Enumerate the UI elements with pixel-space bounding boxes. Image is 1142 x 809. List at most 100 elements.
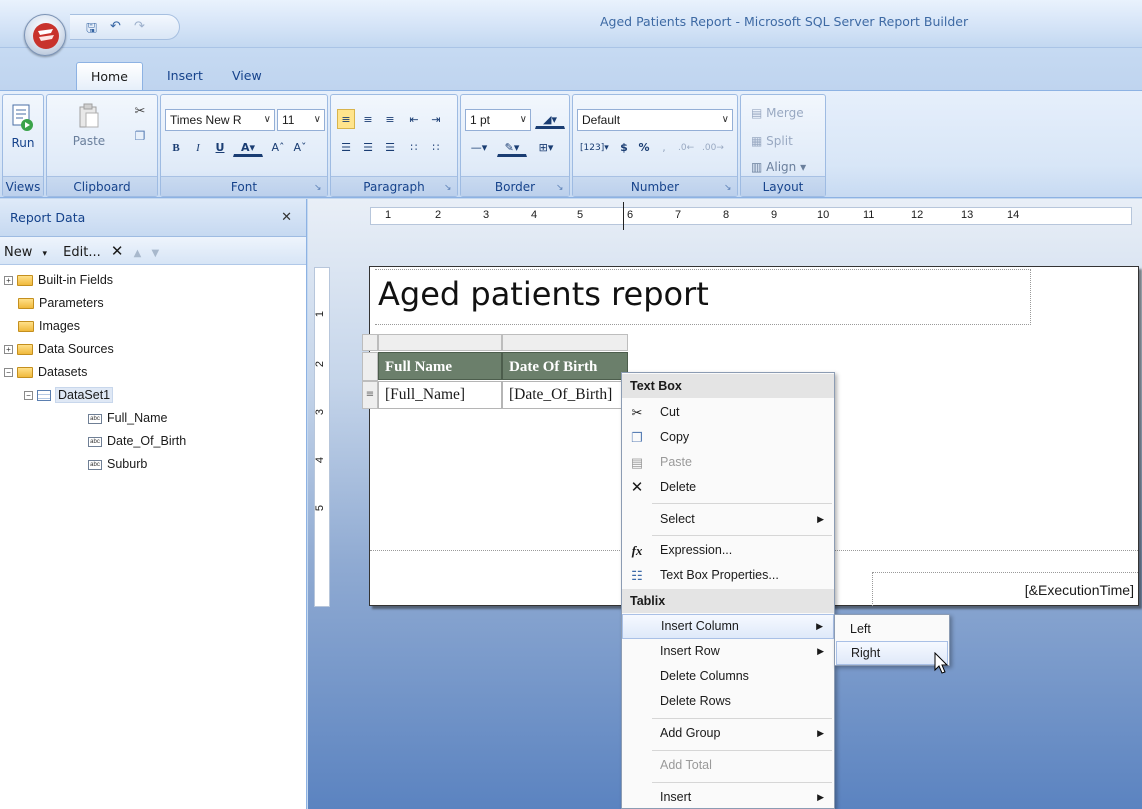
tablix-corner-handle[interactable] (362, 334, 378, 351)
data-cell-date-of-birth[interactable]: [Date_Of_Birth] (502, 381, 628, 409)
menu-item-insert[interactable]: Insert ▶ (622, 785, 834, 809)
split-button[interactable]: ▦ Split (751, 131, 793, 151)
run-button[interactable]: Run (7, 103, 39, 150)
column-handle[interactable] (378, 334, 502, 351)
tree-item-dataset1[interactable]: − DataSet1 (24, 384, 114, 406)
tree-item-date-of-birth[interactable]: abc Date_Of_Birth (88, 430, 186, 452)
dialog-launcher-icon[interactable]: ↘ (724, 183, 734, 193)
menu-item-paste[interactable]: ▤ Paste (622, 450, 834, 475)
italic-button[interactable]: I (189, 137, 207, 157)
close-icon[interactable]: ✕ (281, 199, 292, 237)
paste-button[interactable]: Paste (69, 103, 109, 148)
data-cell-full-name[interactable]: [Full_Name] (378, 381, 502, 409)
menu-item-insert-column[interactable]: Insert Column ▶ (622, 614, 834, 639)
menu-item-select[interactable]: Select ▶ (622, 507, 834, 532)
tab-view[interactable]: View (218, 62, 276, 90)
number-format-dropdown[interactable]: Default ∨ (577, 109, 733, 131)
menu-item-add-total[interactable]: Add Total (622, 753, 834, 778)
ruler-mark: 1 (385, 209, 392, 221)
underline-button[interactable]: U (211, 137, 229, 157)
expand-icon[interactable]: + (4, 345, 13, 355)
menu-item-insert-row[interactable]: Insert Row ▶ (622, 639, 834, 664)
border-style-icon[interactable]: —▾ (465, 137, 493, 157)
group-font: Times New R ∨ 11 ∨ B I U A▾ Aˆ Aˇ Font ↘ (160, 94, 328, 197)
move-down-icon[interactable]: ▼ (151, 248, 159, 259)
edit-button[interactable]: Edit... (63, 245, 101, 260)
undo-icon[interactable]: ↶ (110, 19, 121, 34)
align-middle-icon[interactable]: ≡ (359, 109, 377, 129)
menu-item-cut[interactable]: ✂ Cut (622, 400, 834, 425)
font-size-dropdown[interactable]: 11 ∨ (277, 109, 325, 131)
delete-icon[interactable]: ✕ (111, 242, 124, 260)
borders-icon[interactable]: ⊞▾ (531, 137, 561, 157)
menu-item-delete-columns[interactable]: Delete Columns (622, 664, 834, 689)
row-handle[interactable]: ≡ (362, 381, 378, 409)
dialog-launcher-icon[interactable]: ↘ (556, 183, 566, 193)
increase-indent-icon[interactable]: ⇥ (427, 109, 445, 129)
new-button[interactable]: New ▾ (4, 245, 53, 260)
menu-item-copy[interactable]: ❐ Copy (622, 425, 834, 450)
increase-decimal-icon[interactable]: .0← (677, 137, 695, 157)
cut-icon[interactable]: ✂ (131, 101, 149, 121)
dialog-launcher-icon[interactable]: ↘ (314, 183, 324, 193)
menu-item-expression[interactable]: fx Expression... (622, 538, 834, 563)
menu-item-text-box-properties[interactable]: ☷ Text Box Properties... (622, 563, 834, 588)
application-button[interactable] (24, 14, 66, 56)
column-handle[interactable] (502, 334, 628, 351)
horizontal-ruler: 1 2 3 4 5 6 7 8 9 10 11 12 13 14 (370, 202, 1132, 230)
tree-item-data-sources[interactable]: + Data Sources (4, 338, 114, 360)
tree-item-datasets[interactable]: − Datasets (4, 361, 87, 383)
tab-insert[interactable]: Insert (153, 62, 217, 90)
submenu-item-right[interactable]: Right (836, 641, 948, 665)
submenu-item-left[interactable]: Left (836, 617, 948, 641)
grow-font-icon[interactable]: Aˆ (269, 137, 287, 157)
menu-item-delete-rows[interactable]: Delete Rows (622, 689, 834, 714)
group-views: Run Views (2, 94, 44, 197)
numbering-icon[interactable]: ∷ (427, 137, 445, 157)
report-title[interactable]: Aged patients report (378, 275, 709, 313)
menu-item-add-group[interactable]: Add Group ▶ (622, 721, 834, 746)
expand-icon[interactable]: + (4, 276, 13, 286)
shrink-font-icon[interactable]: Aˇ (291, 137, 309, 157)
tree-item-images[interactable]: Images (18, 315, 80, 337)
chevron-down-icon: ∨ (721, 114, 729, 125)
align-right-icon[interactable]: ☰ (381, 137, 399, 157)
decrease-indent-icon[interactable]: ⇤ (405, 109, 423, 129)
border-width-dropdown[interactable]: 1 pt ∨ (465, 109, 531, 131)
align-top-icon[interactable]: ≡ (337, 109, 355, 129)
tab-home[interactable]: Home (76, 62, 143, 90)
comma-style-icon[interactable]: , (655, 137, 673, 157)
tree-item-built-in-fields[interactable]: + Built-in Fields (4, 269, 113, 291)
execution-time-textbox[interactable]: [&ExecutionTime] (872, 572, 1138, 606)
paste-label: Paste (72, 134, 106, 148)
menu-item-delete[interactable]: ✕ Delete (622, 475, 834, 500)
move-up-icon[interactable]: ▲ (134, 248, 142, 259)
bold-button[interactable]: B (167, 137, 185, 157)
tree-item-suburb[interactable]: abc Suburb (88, 453, 147, 475)
decrease-decimal-icon[interactable]: .00→ (701, 137, 725, 157)
align-bottom-icon[interactable]: ≡ (381, 109, 399, 129)
header-cell-date-of-birth[interactable]: Date Of Birth (502, 352, 628, 380)
bullets-icon[interactable]: ∷ (405, 137, 423, 157)
redo-icon[interactable]: ↷ (134, 19, 145, 34)
align-center-icon[interactable]: ☰ (359, 137, 377, 157)
font-family-dropdown[interactable]: Times New R ∨ (165, 109, 275, 131)
collapse-icon[interactable]: − (4, 368, 13, 378)
save-icon[interactable]: 🖫 (86, 19, 97, 41)
percent-icon[interactable]: % (635, 137, 653, 157)
tree-item-full-name[interactable]: abc Full_Name (88, 407, 167, 429)
placeholder-styles-icon[interactable]: [123]▾ (579, 137, 609, 157)
dialog-launcher-icon[interactable]: ↘ (444, 183, 454, 193)
merge-button[interactable]: ▤ Merge (751, 103, 804, 123)
tree-item-parameters[interactable]: Parameters (18, 292, 104, 314)
copy-icon[interactable]: ❐ (131, 125, 149, 145)
row-handle[interactable] (362, 352, 378, 381)
header-cell-full-name[interactable]: Full Name (378, 352, 502, 380)
collapse-icon[interactable]: − (24, 391, 33, 401)
align-left-icon[interactable]: ☰ (337, 137, 355, 157)
border-color-icon[interactable]: ✎▾ (497, 137, 527, 157)
fill-color-icon[interactable]: ◢▾ (535, 109, 565, 129)
align-button[interactable]: ▥ Align ▾ (751, 157, 806, 177)
currency-icon[interactable]: $ (615, 137, 633, 157)
font-color-button[interactable]: A▾ (233, 137, 263, 157)
